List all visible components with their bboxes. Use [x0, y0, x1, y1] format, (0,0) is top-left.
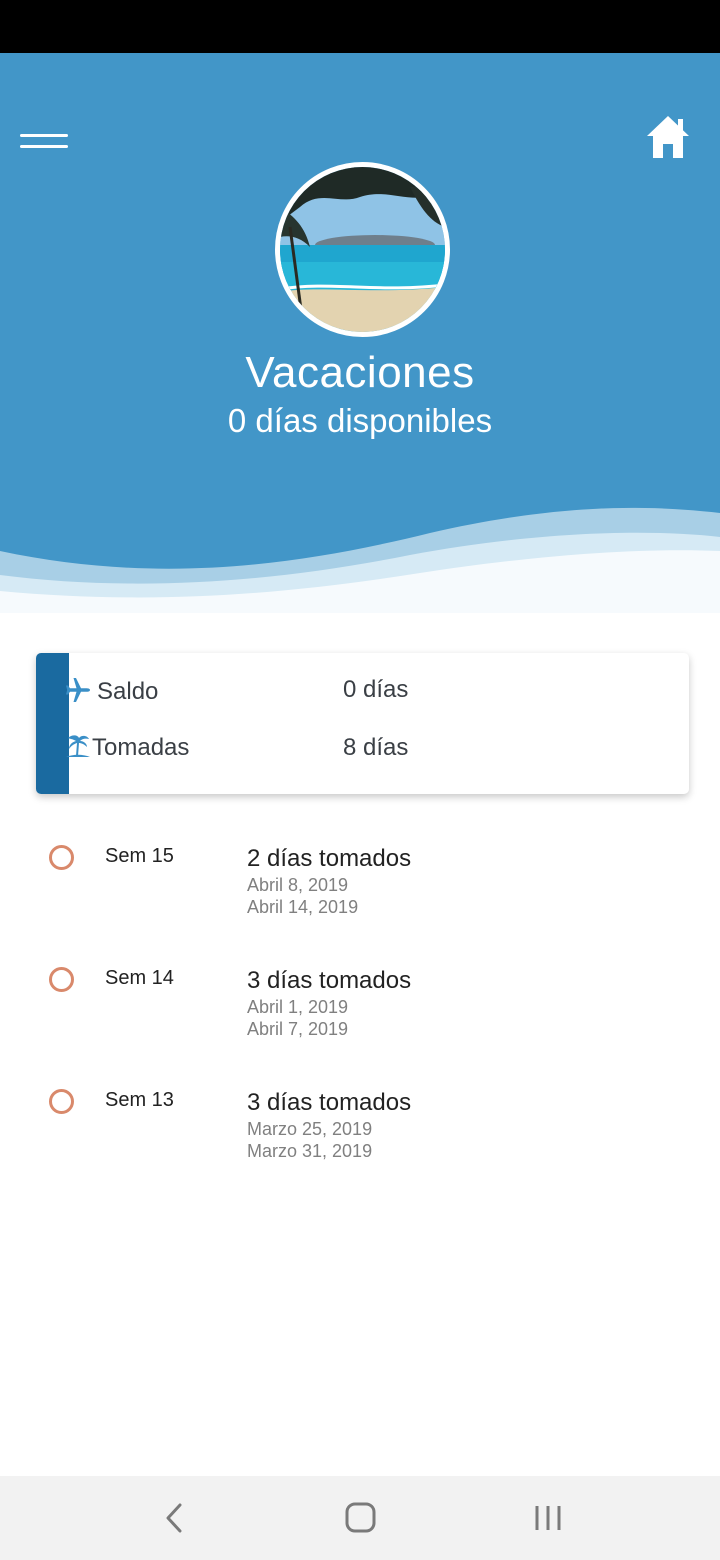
header-waves [0, 507, 720, 613]
tomadas-value: 8 días [343, 734, 409, 761]
menu-button[interactable] [20, 134, 70, 154]
back-button[interactable] [134, 1476, 214, 1560]
start-date: Abril 1, 2019 [247, 997, 349, 1017]
end-date: Abril 7, 2019 [247, 1019, 349, 1039]
back-chevron-icon [166, 1503, 182, 1533]
hamburger-icon [20, 134, 68, 137]
timeline-dot-icon [49, 1089, 74, 1114]
home-icon [647, 116, 689, 158]
avatar [275, 162, 450, 337]
home-button[interactable] [644, 113, 692, 161]
home-circle-icon [345, 1502, 376, 1533]
timeline-item[interactable]: Sem 14 3 días tomados Abril 1, 2019 Abri… [0, 949, 720, 1059]
week-label: Sem 15 [105, 845, 174, 867]
end-date: Abril 14, 2019 [247, 897, 359, 917]
timeline-dot-icon [49, 845, 74, 870]
palm-tree-icon [66, 735, 90, 757]
tomadas-label: Tomadas [92, 734, 190, 761]
saldo-value: 0 días [343, 676, 409, 703]
start-date: Abril 8, 2019 [247, 875, 349, 895]
recents-icon [535, 1506, 561, 1530]
saldo-label: Saldo [97, 678, 159, 705]
status-bar [0, 0, 720, 53]
page-title: Vacaciones [245, 348, 475, 397]
start-date: Marzo 25, 2019 [247, 1119, 373, 1139]
days-taken: 3 días tomados [247, 1089, 412, 1116]
end-date: Marzo 31, 2019 [247, 1141, 373, 1161]
beach-photo [280, 167, 445, 332]
system-navigation-bar [0, 1476, 720, 1560]
available-days: 0 días disponibles [227, 402, 493, 439]
timeline-item[interactable]: Sem 15 2 días tomados Abril 8, 2019 Abri… [0, 827, 720, 937]
summary-row-tomadas: Tomadas 8 días [64, 728, 624, 768]
timeline-dot-icon [49, 967, 74, 992]
week-label: Sem 14 [105, 967, 174, 989]
airplane-icon [66, 678, 90, 702]
timeline-item[interactable]: Sem 13 3 días tomados Marzo 25, 2019 Mar… [0, 1071, 720, 1181]
home-nav-button[interactable] [320, 1476, 400, 1560]
recents-button[interactable] [508, 1476, 588, 1560]
summary-row-saldo: Saldo 0 días [64, 672, 624, 712]
days-taken: 3 días tomados [247, 967, 412, 994]
days-taken: 2 días tomados [247, 845, 412, 872]
week-label: Sem 13 [105, 1089, 174, 1111]
hamburger-icon-line [20, 145, 68, 148]
